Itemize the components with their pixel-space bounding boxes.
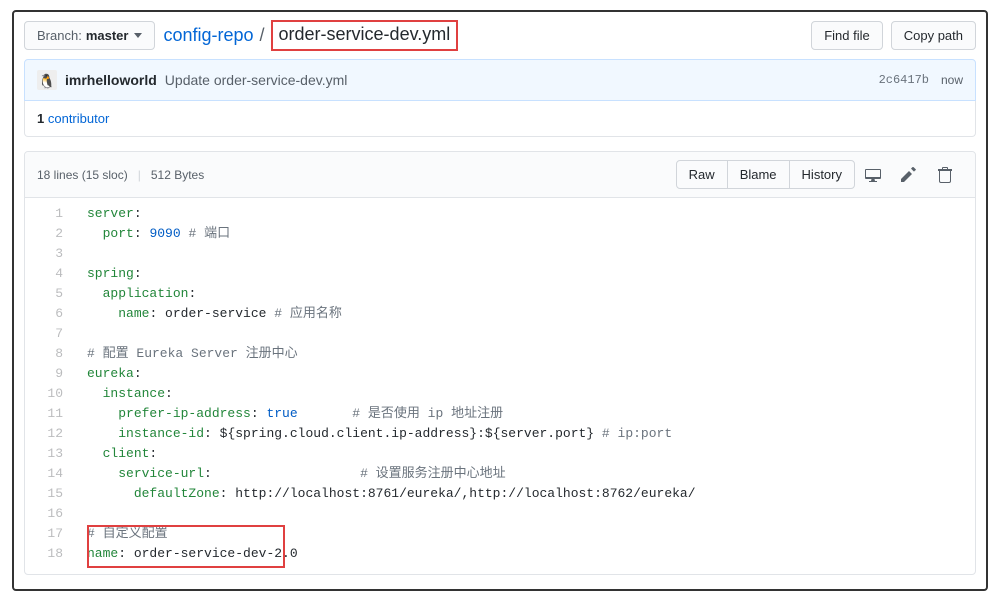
file-size: 512 Bytes: [151, 168, 204, 182]
branch-name: master: [86, 28, 129, 43]
code-line: 12 instance-id: ${spring.cloud.client.ip…: [25, 424, 975, 444]
line-content: service-url: # 设置服务注册中心地址: [75, 464, 506, 484]
line-content: application:: [75, 284, 196, 304]
line-content: # 自定义配置: [75, 524, 168, 544]
line-number: 9: [25, 364, 75, 384]
code-line: 18name: order-service-dev-2.0: [25, 544, 975, 564]
line-content: prefer-ip-address: true # 是否使用 ip 地址注册: [75, 404, 503, 424]
line-number: 7: [25, 324, 75, 344]
file-header: 18 lines (15 sloc) | 512 Bytes Raw Blame…: [25, 152, 975, 198]
code-line: 10 instance:: [25, 384, 975, 404]
commit-bar: 🐧 imrhelloworld Update order-service-dev…: [24, 59, 976, 101]
line-number: 15: [25, 484, 75, 504]
line-number: 18: [25, 544, 75, 564]
line-number: 13: [25, 444, 75, 464]
copy-path-button[interactable]: Copy path: [891, 21, 976, 50]
code-line: 15 defaultZone: http://localhost:8761/eu…: [25, 484, 975, 504]
code-line: 4spring:: [25, 264, 975, 284]
line-content: instance-id: ${spring.cloud.client.ip-ad…: [75, 424, 672, 444]
code-line: 17# 自定义配置: [25, 524, 975, 544]
line-number: 10: [25, 384, 75, 404]
branch-switch-button[interactable]: Branch: master: [24, 21, 155, 50]
line-content: [75, 504, 95, 524]
file-lines-count: 18 lines (15 sloc): [37, 168, 128, 182]
line-number: 1: [25, 204, 75, 224]
raw-button[interactable]: Raw: [676, 160, 728, 189]
line-number: 14: [25, 464, 75, 484]
find-file-button[interactable]: Find file: [811, 21, 883, 50]
contributors-bar: 1 contributor: [24, 101, 976, 137]
line-number: 5: [25, 284, 75, 304]
line-number: 6: [25, 304, 75, 324]
file-box: 18 lines (15 sloc) | 512 Bytes Raw Blame…: [24, 151, 976, 575]
code-line: 8# 配置 Eureka Server 注册中心: [25, 344, 975, 364]
breadcrumb: config-repo / order-service-dev.yml: [163, 20, 458, 51]
contributors-link[interactable]: 1 contributor: [37, 111, 109, 126]
code-line: 5 application:: [25, 284, 975, 304]
line-content: [75, 244, 95, 264]
line-number: 17: [25, 524, 75, 544]
line-content: [75, 324, 95, 344]
code-area: 1server:2 port: 9090 # 端口3 4spring:5 app…: [25, 198, 975, 574]
commit-time: now: [941, 73, 963, 87]
line-number: 11: [25, 404, 75, 424]
line-number: 12: [25, 424, 75, 444]
trash-icon[interactable]: [927, 161, 963, 189]
line-content: spring:: [75, 264, 142, 284]
caret-down-icon: [134, 33, 142, 38]
line-content: name: order-service # 应用名称: [75, 304, 342, 324]
commit-message[interactable]: Update order-service-dev.yml: [165, 72, 348, 88]
code-line: 11 prefer-ip-address: true # 是否使用 ip 地址注…: [25, 404, 975, 424]
line-content: # 配置 Eureka Server 注册中心: [75, 344, 298, 364]
breadcrumb-filename: order-service-dev.yml: [271, 20, 459, 51]
code-line: 2 port: 9090 # 端口: [25, 224, 975, 244]
code-line: 14 service-url: # 设置服务注册中心地址: [25, 464, 975, 484]
commit-sha[interactable]: 2c6417b: [879, 73, 929, 87]
breadcrumb-separator: /: [260, 25, 265, 46]
code-line: 1server:: [25, 204, 975, 224]
line-content: eureka:: [75, 364, 142, 384]
line-content: name: order-service-dev-2.0: [75, 544, 298, 564]
pencil-icon[interactable]: [891, 161, 927, 189]
line-content: defaultZone: http://localhost:8761/eurek…: [75, 484, 696, 504]
line-content: server:: [75, 204, 142, 224]
desktop-icon[interactable]: [855, 161, 891, 189]
line-content: port: 9090 # 端口: [75, 224, 230, 244]
line-content: instance:: [75, 384, 173, 404]
history-button[interactable]: History: [789, 160, 855, 189]
commit-author[interactable]: imrhelloworld: [65, 72, 157, 88]
line-number: 3: [25, 244, 75, 264]
avatar: 🐧: [37, 70, 57, 90]
line-content: client:: [75, 444, 157, 464]
code-line: 16: [25, 504, 975, 524]
branch-label: Branch:: [37, 28, 82, 43]
code-line: 13 client:: [25, 444, 975, 464]
line-number: 16: [25, 504, 75, 524]
code-line: 7: [25, 324, 975, 344]
breadcrumb-repo-link[interactable]: config-repo: [163, 25, 253, 46]
blame-button[interactable]: Blame: [727, 160, 790, 189]
line-number: 2: [25, 224, 75, 244]
line-number: 8: [25, 344, 75, 364]
code-line: 9eureka:: [25, 364, 975, 384]
code-line: 3: [25, 244, 975, 264]
line-number: 4: [25, 264, 75, 284]
code-line: 6 name: order-service # 应用名称: [25, 304, 975, 324]
